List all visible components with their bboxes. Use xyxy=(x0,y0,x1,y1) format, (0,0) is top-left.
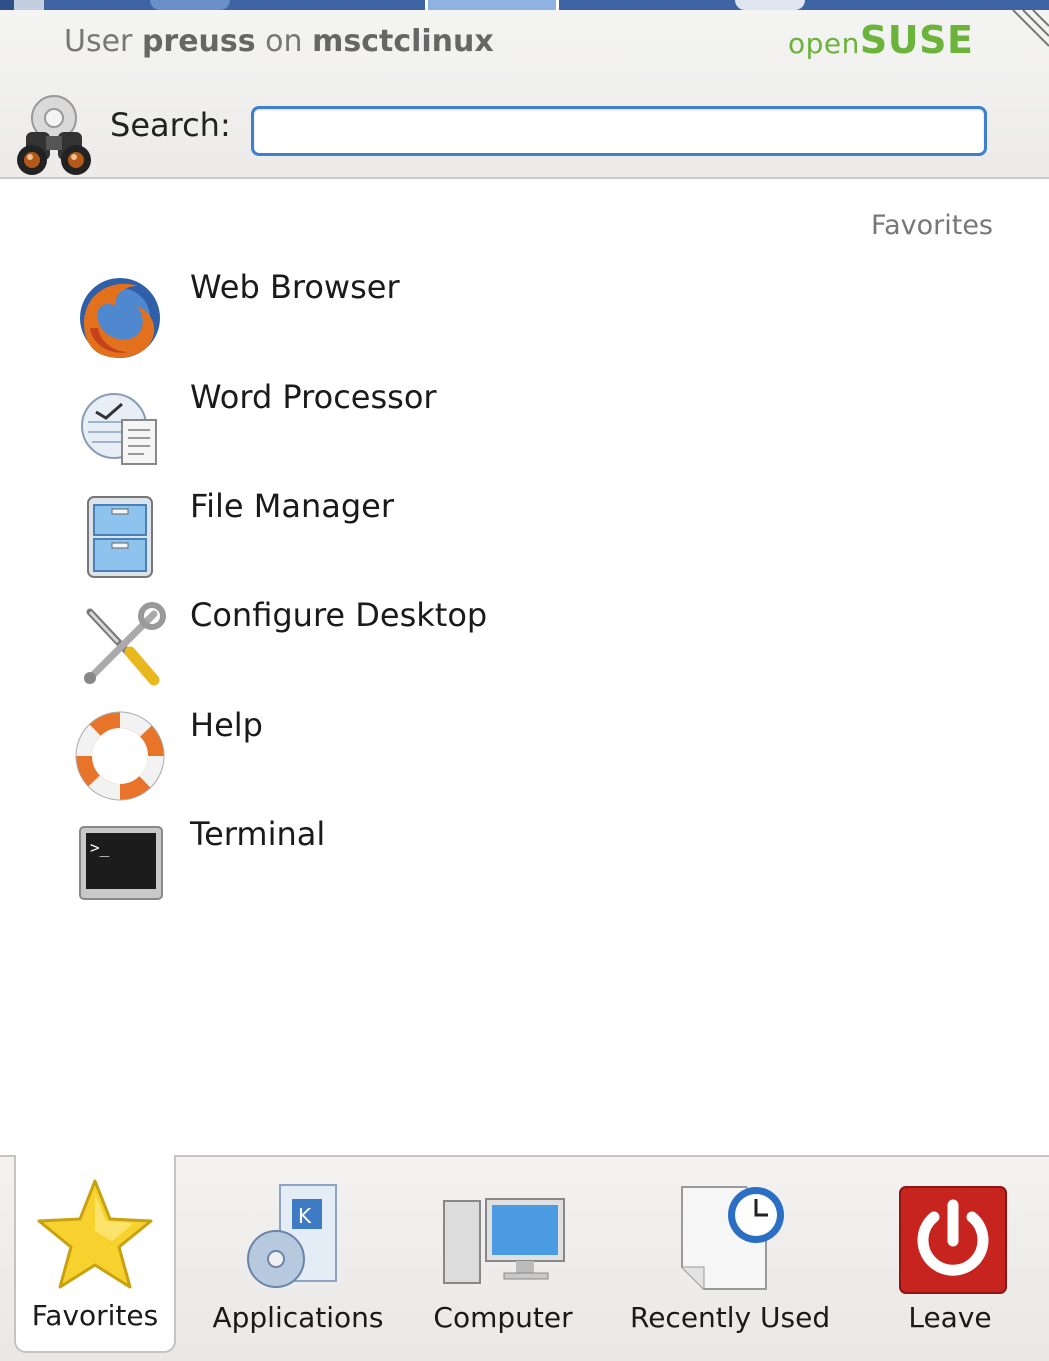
word-processor-icon xyxy=(81,393,157,465)
favorite-web-browser[interactable]: Web Browser xyxy=(70,266,590,366)
svg-text:>_: >_ xyxy=(90,838,110,857)
tab-recently-used[interactable]: Recently Used xyxy=(630,1157,831,1353)
tab-label: Favorites xyxy=(31,1299,159,1332)
launcher-header: User preuss on msctclinux openSUSE Searc… xyxy=(0,10,1049,179)
svg-text:K: K xyxy=(298,1204,312,1228)
user-prefix: User xyxy=(64,24,133,59)
firefox-icon xyxy=(80,278,160,358)
favorite-terminal[interactable]: >_ Terminal xyxy=(70,813,590,913)
on-text: on xyxy=(265,24,303,59)
power-icon xyxy=(899,1186,1007,1294)
user-info: User preuss on msctclinux xyxy=(64,24,494,59)
tab-label: Applications xyxy=(212,1301,384,1334)
star-icon xyxy=(37,1179,153,1289)
hostname: msctclinux xyxy=(312,24,494,59)
favorite-label: Terminal xyxy=(190,815,326,853)
tab-favorites[interactable]: Favorites xyxy=(14,1155,176,1353)
launcher-tab-bar: Favorites K Applications Computer Recent… xyxy=(0,1155,1049,1361)
tab-label: Recently Used xyxy=(630,1301,831,1334)
computer-icon xyxy=(443,1198,565,1284)
favorite-label: Word Processor xyxy=(190,378,437,416)
brand-open: open xyxy=(788,27,860,60)
favorite-file-manager[interactable]: File Manager xyxy=(70,485,590,585)
favorite-configure-desktop[interactable]: Configure Desktop xyxy=(70,594,590,694)
terminal-icon: >_ xyxy=(79,826,163,900)
favorite-label: Help xyxy=(190,706,263,744)
help-lifebuoy-icon xyxy=(75,711,165,801)
search-input[interactable] xyxy=(251,106,987,156)
clock-document-icon xyxy=(681,1186,784,1290)
file-manager-icon xyxy=(87,496,153,578)
binoculars-search-icon xyxy=(17,95,91,175)
tab-label: Leave xyxy=(908,1301,992,1334)
resize-grip-icon[interactable] xyxy=(1005,10,1049,54)
favorite-label: File Manager xyxy=(190,487,394,525)
favorite-help[interactable]: Help xyxy=(70,704,590,804)
favorite-label: Web Browser xyxy=(190,268,400,306)
search-label: Search: xyxy=(110,106,231,144)
username: preuss xyxy=(141,24,256,59)
taskbar-strip xyxy=(0,0,1049,10)
favorite-label: Configure Desktop xyxy=(190,596,488,634)
favorite-word-processor[interactable]: Word Processor xyxy=(70,376,590,476)
section-title: Favorites xyxy=(871,210,993,241)
tab-computer[interactable]: Computer xyxy=(424,1157,582,1353)
opensuse-logo: openSUSE xyxy=(788,18,973,62)
configure-desktop-icon xyxy=(84,602,166,686)
brand-suse: SUSE xyxy=(859,18,974,62)
tab-leave[interactable]: Leave xyxy=(880,1157,1020,1353)
tab-applications[interactable]: K Applications xyxy=(210,1157,386,1353)
applications-icon: K xyxy=(247,1184,337,1288)
tab-label: Computer xyxy=(433,1301,573,1334)
